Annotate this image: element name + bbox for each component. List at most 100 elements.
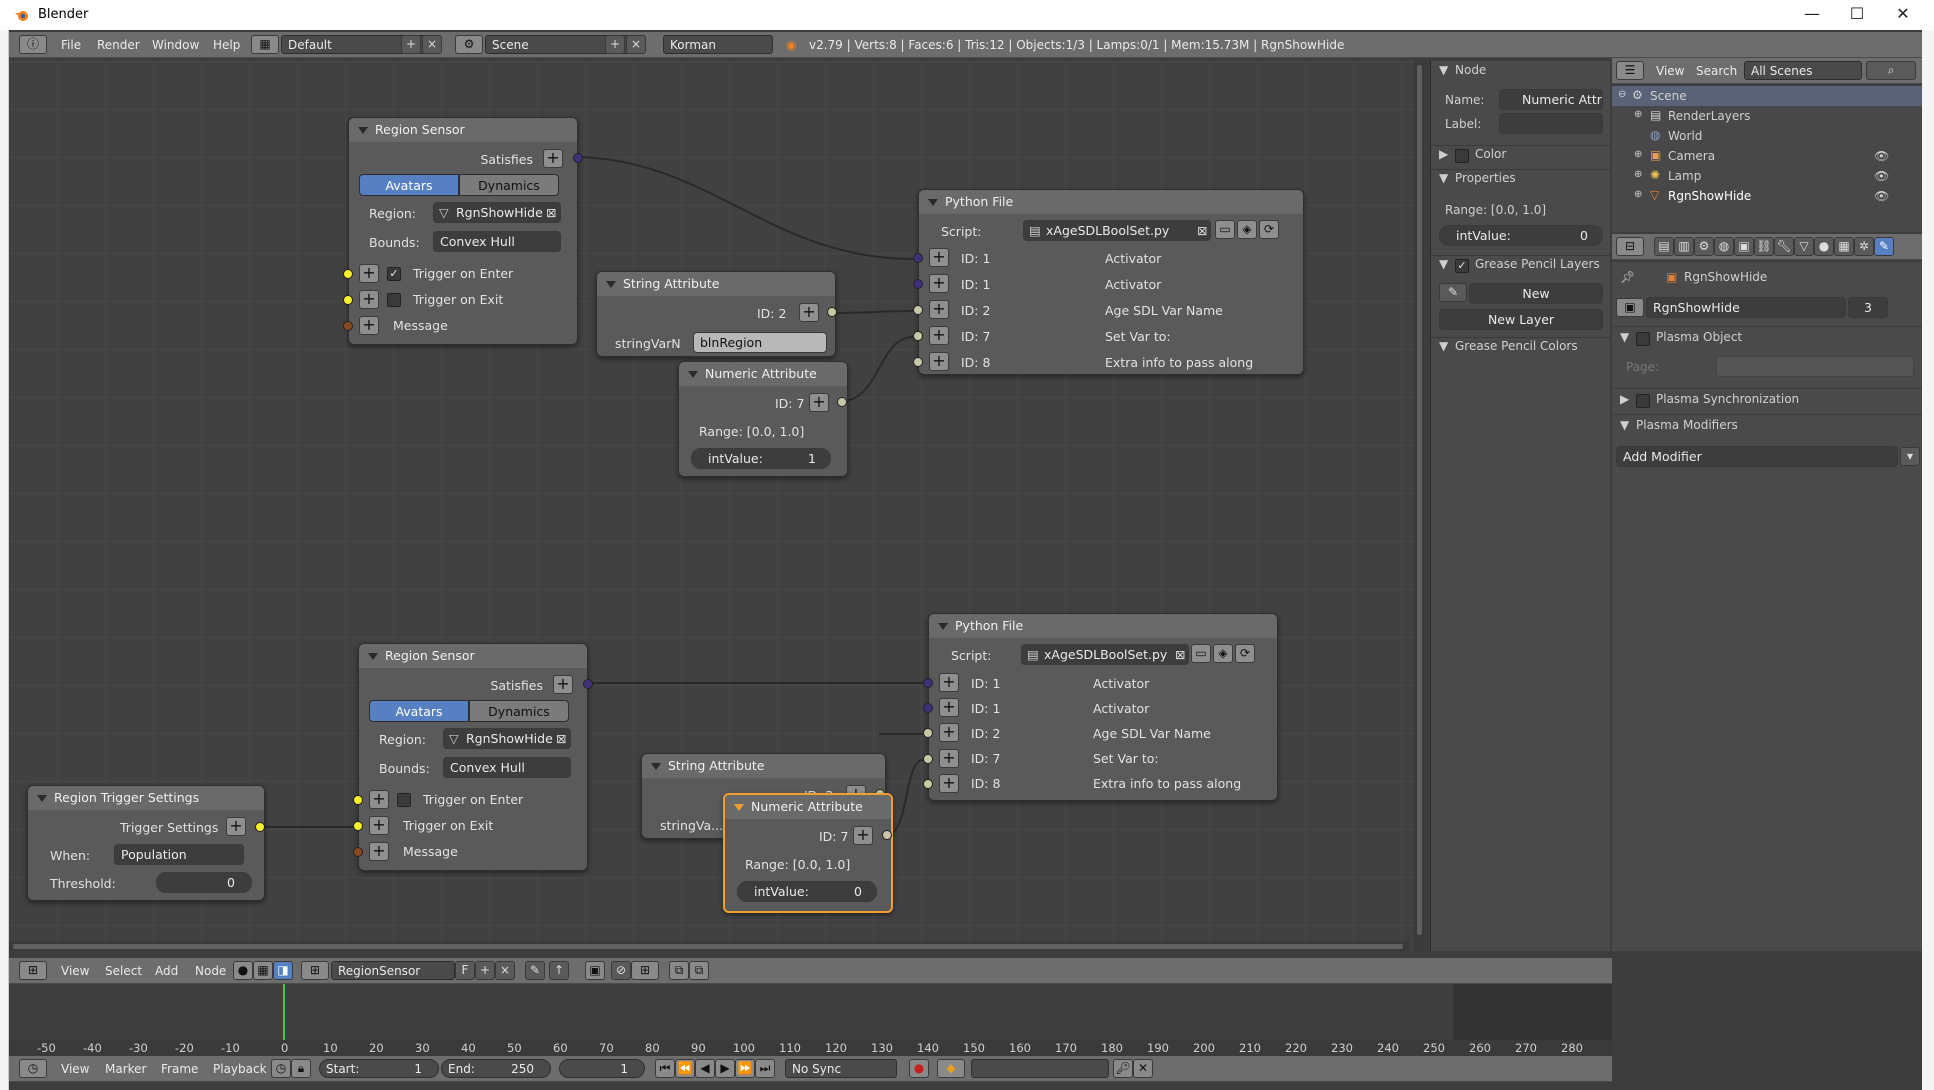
pack-icon[interactable]: ◈ bbox=[1237, 220, 1257, 239]
panel-collapse-icon[interactable]: ▼ bbox=[1439, 257, 1448, 271]
grease-layers-checkbox[interactable]: ✓ bbox=[1455, 259, 1469, 273]
display-mode-select[interactable]: All Scenes bbox=[1744, 61, 1862, 80]
render-tab-icon[interactable]: ▤ bbox=[1654, 237, 1674, 256]
panel-collapse-icon[interactable]: ▼ bbox=[1439, 339, 1448, 353]
scene-add-icon[interactable]: + bbox=[605, 35, 625, 54]
script-field[interactable]: xAgeSDLBoolSet.py bbox=[1021, 644, 1189, 665]
grease-colors-title[interactable]: Grease Pencil Colors bbox=[1455, 339, 1578, 353]
scene-tab-icon[interactable]: ⚙ bbox=[1694, 237, 1714, 256]
node-panel-title[interactable]: Node bbox=[1455, 63, 1486, 77]
parent-icon[interactable]: ↑ bbox=[549, 961, 569, 980]
row-add-button[interactable]: + bbox=[929, 326, 949, 345]
python-file-node-1[interactable]: Python File Script: xAgeSDLBoolSet.py ▤ … bbox=[913, 189, 1304, 375]
compositor-tree-icon[interactable]: ▦ bbox=[253, 961, 273, 980]
maximize-button[interactable]: ☐ bbox=[1842, 4, 1872, 23]
expand-icon[interactable]: ⊕ bbox=[1634, 189, 1642, 200]
tab-dynamics[interactable]: Dynamics bbox=[469, 700, 569, 722]
menu-render[interactable]: Render bbox=[97, 38, 140, 52]
tree-remove-icon[interactable]: × bbox=[495, 961, 515, 980]
current-frame-line[interactable] bbox=[283, 984, 285, 1040]
row-add-button[interactable]: + bbox=[939, 774, 959, 793]
trigger-settings-socket[interactable] bbox=[255, 822, 265, 832]
snap-toggle-icon[interactable]: ⊘ bbox=[611, 961, 631, 980]
color-checkbox[interactable] bbox=[1455, 149, 1469, 163]
keying-set-field[interactable] bbox=[971, 1059, 1109, 1078]
set-var-socket[interactable] bbox=[913, 331, 923, 341]
trigger-enter-add-button[interactable]: + bbox=[369, 790, 389, 809]
numeric-output-socket[interactable] bbox=[837, 397, 847, 407]
start-frame-field[interactable]: Start: 1 bbox=[319, 1059, 439, 1078]
row-add-button[interactable]: + bbox=[929, 248, 949, 267]
panel-collapse-icon[interactable]: ▼ bbox=[1439, 171, 1448, 185]
jump-end-icon[interactable]: ⏭ bbox=[755, 1059, 775, 1078]
modifier-menu-icon[interactable]: ▾ bbox=[1900, 447, 1920, 466]
trigger-enter-socket[interactable] bbox=[343, 269, 353, 279]
numeric-output-socket[interactable] bbox=[882, 830, 892, 840]
trigger-exit-socket[interactable] bbox=[343, 295, 353, 305]
region-field[interactable]: RgnShowHide bbox=[443, 728, 571, 749]
next-keyframe-icon[interactable]: ⏩ bbox=[735, 1059, 755, 1078]
panel-collapse-icon[interactable]: ▼ bbox=[1620, 418, 1629, 432]
trigger-exit-checkbox[interactable] bbox=[387, 293, 401, 307]
clear-icon[interactable]: ⊠ bbox=[546, 205, 556, 220]
numeric-attribute-node-2[interactable]: Numeric Attribute ID: 7 + Range: [0.0, 1… bbox=[723, 793, 893, 913]
trigger-enter-checkbox[interactable] bbox=[397, 793, 411, 807]
node-name-field[interactable]: Numeric Attri... bbox=[1499, 89, 1603, 110]
region-field[interactable]: RgnShowHide bbox=[433, 202, 561, 223]
object-name-field[interactable]: RgnShowHide bbox=[1646, 297, 1846, 318]
message-socket[interactable] bbox=[353, 847, 363, 857]
row-add-button[interactable]: + bbox=[939, 749, 959, 768]
panel-collapse-icon[interactable]: ▼ bbox=[1439, 63, 1448, 77]
reload-icon[interactable]: ⟳ bbox=[1235, 644, 1255, 663]
backdrop-icon[interactable]: ▣ bbox=[585, 961, 605, 980]
menu-view[interactable]: View bbox=[1656, 64, 1684, 78]
object-users-count[interactable]: 3 bbox=[1848, 297, 1888, 318]
delete-keyframe-icon[interactable]: ✕ bbox=[1133, 1059, 1153, 1078]
pin-icon[interactable]: 📌︎ bbox=[1620, 270, 1635, 284]
plasma-tree-icon[interactable]: ◨ bbox=[273, 961, 293, 980]
satisfies-add-button[interactable]: + bbox=[543, 149, 563, 168]
record-icon[interactable]: ● bbox=[909, 1059, 929, 1078]
activator-socket-2[interactable] bbox=[923, 703, 933, 713]
panel-collapse-icon[interactable]: ▼ bbox=[1620, 330, 1629, 344]
string-value-field[interactable]: blnRegion bbox=[693, 332, 827, 353]
physics-tab-icon[interactable]: ✲ bbox=[1854, 237, 1874, 256]
bounds-select[interactable]: Convex Hull bbox=[433, 231, 561, 252]
numeric-add-button[interactable]: + bbox=[853, 826, 873, 845]
panel-expand-icon[interactable]: ▶ bbox=[1620, 392, 1629, 406]
menu-node[interactable]: Node bbox=[195, 964, 226, 978]
menu-file[interactable]: File bbox=[61, 38, 81, 52]
script-field[interactable]: xAgeSDLBoolSet.py bbox=[1023, 220, 1211, 241]
prev-keyframe-icon[interactable]: ⏪ bbox=[675, 1059, 695, 1078]
region-sensor-node-1[interactable]: Region Sensor Satisfies + Avatars Dynami… bbox=[343, 117, 583, 345]
trigger-exit-add-button[interactable]: + bbox=[369, 816, 389, 835]
object-browse-icon[interactable]: ▣ bbox=[1616, 298, 1644, 317]
menu-window[interactable]: Window bbox=[152, 38, 199, 52]
clear-script-icon[interactable]: ⊠ bbox=[1197, 223, 1207, 238]
string-attribute-node-1[interactable]: String Attribute ID: 2 + stringVarN blnR… bbox=[596, 271, 837, 357]
extra-info-socket[interactable] bbox=[923, 779, 933, 789]
plasma-sync-checkbox[interactable] bbox=[1636, 394, 1650, 408]
string-output-socket[interactable] bbox=[827, 307, 837, 317]
open-file-icon[interactable]: ▭ bbox=[1215, 220, 1235, 239]
activator-socket-1[interactable] bbox=[913, 253, 923, 263]
pack-icon[interactable]: ◈ bbox=[1213, 644, 1233, 663]
object-tab-icon[interactable]: ▣ bbox=[1734, 237, 1754, 256]
editor-type-icon[interactable]: ◷ bbox=[19, 1059, 47, 1078]
layout-icon[interactable]: ▦ bbox=[251, 35, 279, 54]
copy-icon[interactable]: ⧉ bbox=[669, 961, 689, 980]
plasma-object-checkbox[interactable] bbox=[1636, 332, 1650, 346]
node-tree-name[interactable]: RegionSensor bbox=[331, 961, 455, 980]
menu-select[interactable]: Select bbox=[105, 964, 142, 978]
row-add-button[interactable]: + bbox=[939, 698, 959, 717]
node-editor[interactable]: Region Sensor Satisfies + Avatars Dynami… bbox=[9, 61, 1424, 951]
expand-icon[interactable]: ⊕ bbox=[1634, 109, 1642, 120]
plasma-object-title[interactable]: Plasma Object bbox=[1656, 330, 1742, 344]
pin-icon[interactable]: ✎ bbox=[525, 961, 545, 980]
sdl-var-socket[interactable] bbox=[913, 305, 923, 315]
editor-type-icon[interactable]: ☰ bbox=[1616, 61, 1644, 80]
outliner-item-camera[interactable]: Camera bbox=[1668, 149, 1715, 163]
activator-socket-1[interactable] bbox=[923, 678, 933, 688]
message-add-button[interactable]: + bbox=[359, 316, 379, 335]
texture-tab-icon[interactable]: ▦ bbox=[1834, 237, 1854, 256]
